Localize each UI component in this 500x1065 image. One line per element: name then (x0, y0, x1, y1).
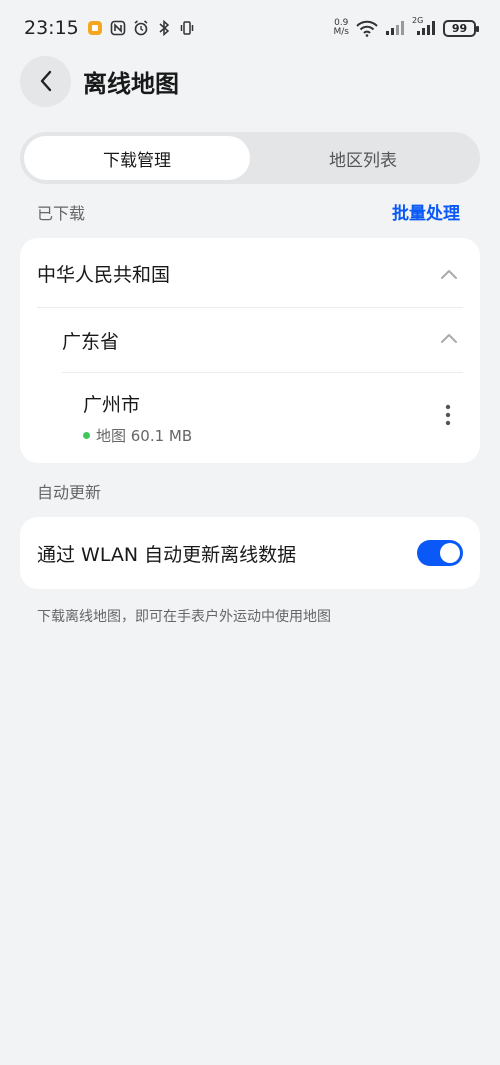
more-options-icon[interactable] (444, 403, 452, 427)
chevron-up-icon[interactable] (440, 268, 458, 280)
downloaded-status-dot (83, 432, 90, 439)
tab-download-management[interactable]: 下载管理 (24, 136, 250, 180)
auto-update-section-label: 自动更新 (37, 483, 102, 502)
status-bar: 23:15 0.9 M/s 2G 99 (0, 0, 500, 56)
status-icons-left (87, 20, 196, 37)
province-label: 广东省 (62, 331, 120, 353)
tab-bar: 下载管理 地区列表 (20, 132, 480, 184)
status-time: 23:15 (24, 17, 79, 39)
downloaded-section-label: 已下载 (37, 204, 86, 223)
battery-indicator: 99 (443, 19, 479, 37)
batch-process-button[interactable]: 批量处理 (392, 199, 460, 224)
city-size-label: 地图 60.1 MB (96, 427, 193, 445)
alarm-icon (133, 20, 150, 37)
auto-update-row: 通过 WLAN 自动更新离线数据 (37, 517, 296, 589)
province-row[interactable]: 广东省 (62, 308, 462, 373)
wifi-icon (356, 20, 378, 37)
net-speed-unit: M/s (333, 27, 350, 37)
app-notification-icon (87, 20, 104, 37)
header: 离线地图 (20, 55, 480, 107)
country-label: 中华人民共和国 (37, 263, 171, 286)
nfc-icon (110, 20, 127, 37)
vibrate-icon (179, 20, 196, 37)
auto-update-label: 通过 WLAN 自动更新离线数据 (37, 543, 297, 566)
signal-icon (385, 20, 405, 37)
bluetooth-icon (156, 20, 173, 37)
auto-update-card: 通过 WLAN 自动更新离线数据 (20, 517, 480, 589)
signal-2g-icon: 2G (412, 16, 436, 37)
chevron-up-icon[interactable] (440, 332, 458, 344)
divider (62, 372, 463, 373)
signal-2g-label: 2G (412, 15, 424, 25)
country-row[interactable]: 中华人民共和国 (37, 238, 463, 308)
page-title: 离线地图 (83, 69, 179, 98)
back-arrow-icon (40, 70, 51, 92)
back-button[interactable] (20, 55, 71, 107)
downloaded-card: 中华人民共和国 广东省 广州市 地图 60.1 MB (20, 238, 480, 463)
city-label: 广州市 (83, 394, 141, 416)
footnote: 下载离线地图，即可在手表户外运动中使用地图 (37, 609, 331, 625)
status-icons-right: 0.9 M/s 2G 99 (334, 16, 479, 37)
city-item[interactable]: 广州市 地图 60.1 MB (83, 390, 192, 446)
tab-region-list[interactable]: 地区列表 (250, 136, 476, 180)
toggle-knob (440, 543, 460, 563)
city-detail: 地图 60.1 MB (83, 425, 192, 446)
net-speed: 0.9 M/s (334, 19, 350, 37)
battery-level: 99 (451, 21, 468, 35)
auto-update-toggle[interactable] (417, 540, 463, 566)
